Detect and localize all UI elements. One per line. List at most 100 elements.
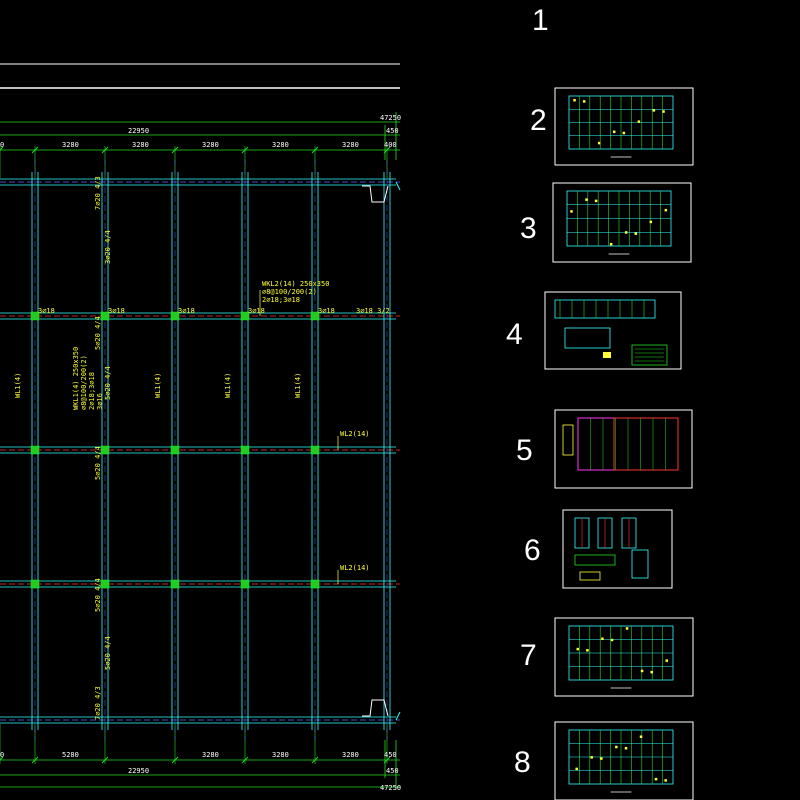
horizontal-beams [0,178,396,724]
sheet-numbers: 1 2 3 4 5 6 7 8 [506,4,549,779]
thumb-label [637,120,641,123]
dimension-ticks [0,146,391,764]
thumb-label [601,637,604,641]
thumb-label [603,352,611,358]
thumb-label [615,745,618,749]
wl2-label-1: WL2(14) [340,430,370,438]
sheet-number-3[interactable]: 3 [520,212,537,245]
dim-end-bottom: 450 [384,751,397,759]
sheet-thumbnail-5[interactable] [554,409,693,489]
rebar-label-5: 3⌀18 [318,307,335,315]
col-label-low: 5⌀20 4/4 [94,578,102,612]
thumb-label [650,670,653,674]
sheet-number-2[interactable]: 2 [530,104,547,137]
axis-lines [0,181,400,721]
column-node [240,579,250,589]
thumb-label [586,649,589,652]
column-node [100,445,110,455]
thumb-label [612,130,616,134]
sheet-number-1[interactable]: 1 [532,4,549,37]
wkl1-label-line-4: 3⌀16 [96,393,104,410]
column-node [30,445,40,455]
wl1-label-3: WL1(4) [224,373,232,398]
thumb-label [609,242,613,246]
column-node [310,445,320,455]
sheet-number-6[interactable]: 6 [524,534,541,567]
thumb-label [625,627,629,630]
sheet-thumbnail-4[interactable] [544,291,682,370]
bay-top-3: 3280 [202,141,219,149]
bay-top-5: 3280 [342,141,359,149]
thumb-label [652,109,656,112]
thumb-label [639,735,643,738]
wkl2-label-line-3: 2⌀18;3⌀18 [262,296,300,304]
column-node [240,445,250,455]
plan-frame [0,63,400,89]
thumb-label [575,767,578,771]
thumb-label [664,208,668,212]
thumb-label [665,659,668,662]
bay-bottom-2: 3280 [202,751,219,759]
wkl1-label-line-2: ⌀8@100/200(2) [80,355,88,410]
wl2-label-2: WL2(14) [340,564,370,572]
dimension-lines-top [0,112,400,160]
sheet-thumbnail-3[interactable] [552,182,692,263]
thumb-label [594,199,598,203]
rebar-label-6: 3⌀18 3/2 [356,307,390,315]
dim-end2-top: 400 [384,141,397,149]
wkl2-label-line-2: ⌀8@100/200(2) [262,288,317,296]
column-node [170,579,180,589]
rebar-label-4: 3⌀18 [248,307,265,315]
thumb-label [585,198,588,201]
wkl2-label-line-1: WKL2(14) 250x350 [262,280,329,288]
sheet-number-5[interactable]: 5 [516,434,533,467]
wkl1-label-line-1: WKL1(4) 250x350 [72,347,80,410]
thumb-label [590,756,593,759]
thumb-label [576,647,580,651]
thumb-label [662,110,665,113]
thumb-label [624,746,628,750]
thumb-label [582,100,586,103]
dim-left-top: 0 [0,141,4,149]
thumb-label [570,210,573,213]
sheet-thumbnail-7[interactable] [554,617,694,697]
sheet-thumbnail-6[interactable] [562,509,673,589]
column-node [310,579,320,589]
thumb-label [622,131,626,135]
cad-drawing-canvas: 47250 22950 450 400 0 3280 3280 3280 328… [0,4,694,800]
thumb-label [640,669,644,673]
thumb-label [634,232,638,235]
rebar-label-3: 3⌀18 [178,307,195,315]
bay-bottom-4: 3280 [342,751,359,759]
sheet-number-8[interactable]: 8 [514,746,531,779]
edge-details [362,181,401,721]
thumb-label [624,231,628,234]
sheet-number-7[interactable]: 7 [520,639,537,672]
sheet-thumbnail-8[interactable] [554,721,694,800]
column-node [30,579,40,589]
column-node [100,579,110,589]
beam-annotations: 3⌀18 3⌀18 3⌀18 3⌀18 3⌀18 3⌀18 3/2 WKL2(1… [14,176,390,720]
dim-end-top: 450 [386,127,399,135]
rebar-label-1: 3⌀18 [38,307,55,315]
col-label-bottom: 7⌀20 4/3 [94,686,102,720]
sheet-thumbnail-2[interactable] [554,87,694,166]
dim-total-top: 47250 [380,114,401,122]
thumb-label [573,98,576,102]
col-label-inner: 5⌀20 4/4 [94,316,102,350]
column-node [170,445,180,455]
bay-bottom-3: 3280 [272,751,289,759]
thumb-label [600,757,603,760]
dim-left-bottom: 0 [0,751,4,759]
wl1-label-4: WL1(4) [294,373,302,398]
sheet-number-4[interactable]: 4 [506,318,523,351]
bay-bottom-1: 5280 [62,751,79,759]
col-label-upper: 3⌀20 4/4 [104,230,112,264]
thumb-label [610,638,614,642]
dimension-lines-bottom [0,740,400,790]
col-label-top: 7⌀20 4/3 [94,176,102,210]
wl1-label-2: WL1(4) [154,373,162,398]
bay-top-1: 3280 [62,141,79,149]
sheet-thumbnails [544,87,694,800]
wkl1-label-line-3: 2⌀18;3⌀18 [88,372,96,410]
